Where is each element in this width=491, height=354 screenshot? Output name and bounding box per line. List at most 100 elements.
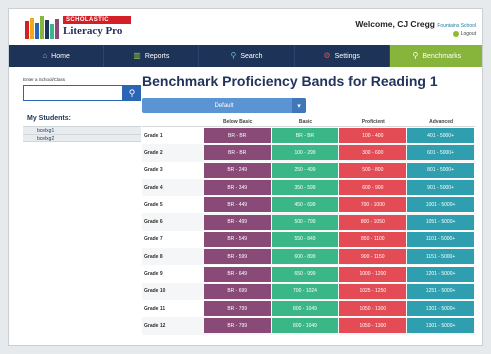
proficient-cell: 1025 - 1250 (339, 283, 407, 299)
brand-name: Literacy Pro (63, 25, 123, 37)
school-class-input[interactable] (23, 85, 123, 101)
basic-cell: 500 - 799 (271, 214, 339, 230)
table-row: Grade 9 BR - 649 650 - 999 1000 - 1200 1201 … (142, 265, 475, 282)
basic-cell: BR - BR (271, 128, 339, 144)
nav-reports[interactable]: ▥ Reports (104, 45, 200, 67)
advanced-cell: 1051 - 5000+ (407, 214, 474, 230)
column-header-below-basic: Below Basic (222, 119, 253, 125)
table-row: Grade 2 BR - BR 100 - 299 300 - 600 601 - 50… (142, 144, 475, 162)
school-class-search: ⚲ (23, 85, 141, 101)
proficiency-table: Below Basic Basic Proficient Advanced Gr… (142, 118, 475, 335)
basic-cell: 700 - 1024 (271, 283, 339, 299)
basic-cell: 550 - 849 (271, 231, 339, 247)
school-name: Fountains School (437, 23, 476, 29)
table-row: Grade 12 BR - 799 800 - 1049 1050 - 1300 130… (142, 317, 475, 335)
gear-icon: ⚙ (323, 51, 331, 60)
page-title: Benchmark Proficiency Bands for Reading … (142, 73, 438, 89)
nav-benchmarks-label: Benchmarks (422, 52, 462, 60)
grade-cell: Grade 5 (144, 201, 163, 208)
below-basic-cell: BR - 649 (203, 266, 271, 282)
nav-reports-label: Reports (144, 52, 170, 60)
nav-home[interactable]: ⌂ Home (9, 45, 105, 67)
advanced-cell: 1201 - 5000+ (407, 266, 474, 282)
advanced-cell: 1151 - 5000+ (407, 249, 474, 265)
table-row: Grade 10 BR - 699 700 - 1024 1025 - 1250 125… (142, 282, 475, 300)
header: SCHOLASTIC Literacy Pro Welcome, CJ Creg… (9, 9, 482, 45)
basic-cell: 350 - 599 (271, 180, 339, 196)
welcome-message: Welcome, CJ Cregg Fountains School (355, 19, 476, 29)
below-basic-cell: BR - 349 (203, 180, 271, 196)
proficient-cell: 800 - 1050 (339, 214, 407, 230)
students-heading: My Students: (27, 115, 71, 122)
band-set-dropdown[interactable]: Default ▾ (142, 98, 306, 113)
logout-icon (452, 31, 459, 37)
grade-cell: Grade 2 (144, 149, 163, 156)
advanced-cell: 1001 - 5000+ (407, 197, 474, 213)
school-class-label: Enter a School/Class (23, 77, 66, 82)
grade-cell: Grade 7 (144, 236, 163, 243)
grade-cell: Grade 8 (144, 253, 163, 260)
app-window: SCHOLASTIC Literacy Pro Welcome, CJ Creg… (8, 8, 483, 346)
home-icon: ⌂ (42, 51, 48, 60)
table-body: Grade 1 BR - BR BR - BR 100 - 400 401 - 5000… (142, 127, 475, 335)
basic-cell: 800 - 1049 (271, 318, 339, 334)
person-icon: ⚲ (412, 51, 419, 60)
proficient-cell: 1050 - 1300 (339, 318, 407, 334)
search-button[interactable]: ⚲ (123, 85, 141, 101)
student-item[interactable]: bcelxg2 (23, 134, 141, 142)
welcome-text: Welcome, CJ Cregg (355, 19, 435, 29)
grade-cell: Grade 3 (144, 167, 163, 174)
grade-cell: Grade 6 (144, 219, 163, 226)
advanced-cell: 801 - 5000+ (407, 162, 474, 178)
table-row: Grade 8 BR - 599 600 - 899 900 - 1150 1151 -… (142, 248, 475, 266)
below-basic-cell: BR - 599 (203, 249, 271, 265)
main-nav: ⌂ Home ▥ Reports ⚲ Search ⚙ Settings ⚲ B… (9, 45, 482, 67)
nav-search[interactable]: ⚲ Search (199, 45, 295, 67)
advanced-cell: 601 - 5000+ (407, 145, 474, 161)
student-item[interactable]: bcelxg1 (23, 126, 141, 134)
basic-cell: 650 - 999 (271, 266, 339, 282)
grade-cell: Grade 10 (144, 288, 166, 295)
below-basic-cell: BR - 799 (203, 318, 271, 334)
table-row: Grade 6 BR - 499 500 - 799 800 - 1050 1051 -… (142, 213, 475, 231)
publisher-label: SCHOLASTIC (63, 16, 131, 24)
chevron-down-icon: ▾ (292, 98, 306, 113)
below-basic-cell: BR - BR (203, 128, 271, 144)
proficient-cell: 100 - 400 (339, 128, 407, 144)
column-header-basic: Basic (298, 119, 313, 125)
advanced-cell: 901 - 5000+ (407, 180, 474, 196)
grade-cell: Grade 11 (144, 305, 166, 312)
nav-settings[interactable]: ⚙ Settings (294, 45, 390, 67)
proficient-cell: 300 - 600 (339, 145, 407, 161)
column-header-proficient: Proficient (361, 119, 385, 125)
basic-cell: 100 - 299 (271, 145, 339, 161)
nav-search-label: Search (240, 52, 263, 60)
books-logo-icon (25, 16, 59, 39)
below-basic-cell: BR - 449 (203, 197, 271, 213)
proficient-cell: 600 - 900 (339, 180, 407, 196)
proficient-cell: 500 - 800 (339, 162, 407, 178)
advanced-cell: 1101 - 5000+ (407, 231, 474, 247)
grade-cell: Grade 9 (144, 271, 163, 278)
below-basic-cell: BR - 699 (203, 283, 271, 299)
basic-cell: 600 - 899 (271, 249, 339, 265)
logout-label: Logout (460, 31, 476, 37)
grade-cell: Grade 12 (144, 322, 166, 329)
below-basic-cell: BR - 249 (203, 162, 271, 178)
brand-logo[interactable]: SCHOLASTIC Literacy Pro (25, 15, 145, 41)
students-panel: My Students: bcelxg1 bcelxg2 (23, 115, 141, 142)
proficient-cell: 850 - 1100 (339, 231, 407, 247)
table-header: Below Basic Basic Proficient Advanced (142, 118, 475, 127)
advanced-cell: 1301 - 5000+ (407, 301, 474, 317)
basic-cell: 450 - 699 (271, 197, 339, 213)
proficient-cell: 900 - 1150 (339, 249, 407, 265)
grade-cell: Grade 1 (144, 132, 163, 139)
table-row: Grade 11 BR - 799 800 - 1049 1050 - 1300 130… (142, 300, 475, 317)
table-row: Grade 1 BR - BR BR - BR 100 - 400 401 - 5000… (142, 127, 475, 144)
search-icon: ⚲ (230, 51, 237, 60)
logout-link[interactable]: Logout (452, 31, 476, 37)
bar-chart-icon: ▥ (133, 51, 141, 60)
below-basic-cell: BR - 799 (203, 301, 271, 317)
basic-cell: 800 - 1049 (271, 301, 339, 317)
nav-benchmarks[interactable]: ⚲ Benchmarks (389, 45, 482, 67)
